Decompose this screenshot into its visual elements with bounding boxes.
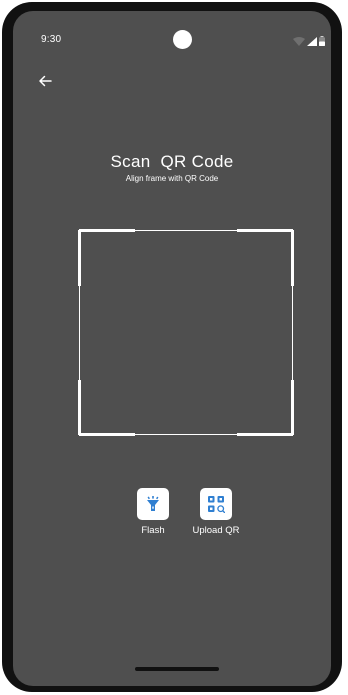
upload-qr-button[interactable]: Upload QR (186, 488, 246, 536)
front-camera (173, 30, 192, 49)
status-time: 9:30 (41, 34, 62, 45)
scanner-screen: 9:30 Scan QR Code Align frame with QR Co… (13, 11, 331, 686)
signal-icon (307, 33, 317, 51)
corner-top-left-v (78, 230, 81, 286)
flash-label: Flash (141, 525, 165, 536)
upload-qr-label: Upload QR (192, 525, 240, 536)
corner-bottom-left-v (78, 380, 81, 435)
corner-bottom-right-v (291, 380, 294, 435)
back-button[interactable] (35, 71, 55, 91)
status-bar: 9:30 (13, 11, 331, 51)
qr-code-icon (208, 496, 225, 513)
corner-bottom-right-h (237, 433, 293, 436)
scan-frame (78, 229, 294, 436)
corner-top-right-v (291, 230, 294, 286)
flash-icon-box (137, 488, 169, 520)
corner-bottom-left-h (79, 433, 135, 436)
upload-qr-icon-box (200, 488, 232, 520)
flashlight-icon (147, 496, 159, 511)
page-subtitle: Align frame with QR Code (125, 174, 219, 183)
arrow-left-icon (39, 75, 52, 87)
phone-frame: 9:30 Scan QR Code Align frame with QR Co… (2, 2, 342, 692)
corner-top-right-h (237, 229, 293, 232)
wifi-icon (293, 33, 305, 51)
flash-button[interactable]: Flash (133, 488, 173, 536)
page-title: Scan QR Code (110, 152, 234, 171)
home-indicator[interactable] (135, 667, 219, 671)
corner-top-left-h (79, 229, 135, 232)
battery-icon (319, 33, 325, 51)
status-icons (293, 33, 325, 51)
